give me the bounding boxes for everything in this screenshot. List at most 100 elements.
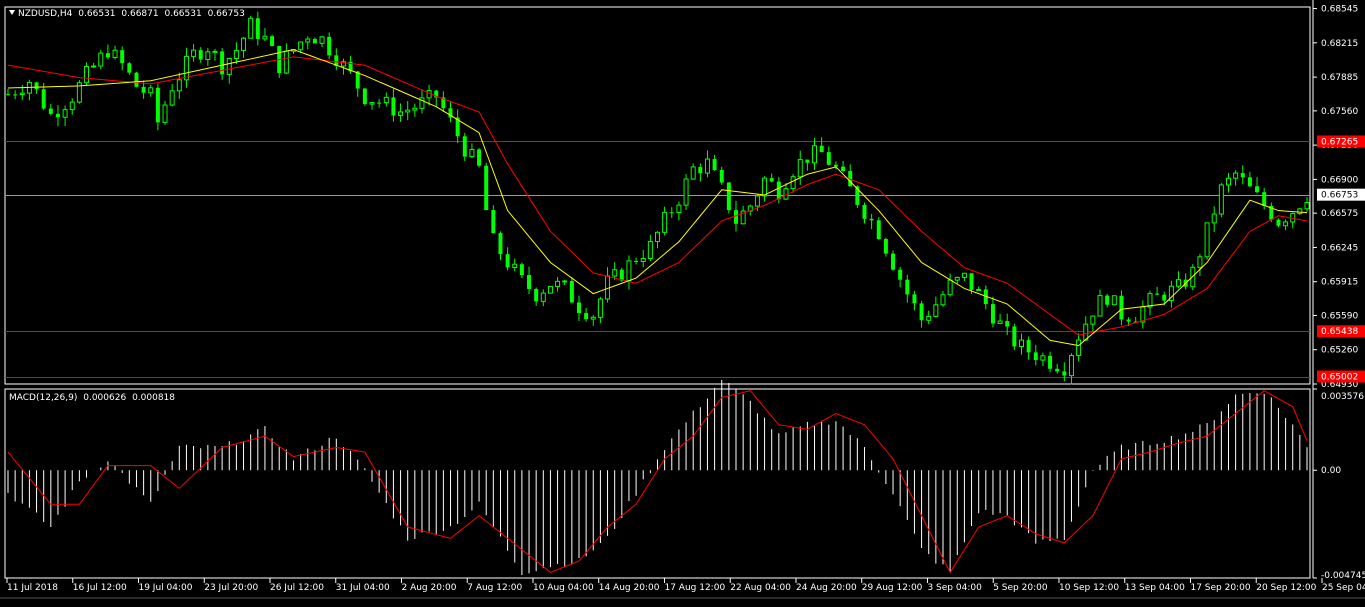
candle-body-bear [898,269,903,280]
candle-body-bear [776,181,781,200]
candle-body-bull [412,107,418,111]
candle-body-bull [162,104,168,123]
candle-body-bear [362,88,367,105]
time-tick-label: 10 Aug 04:00 [533,583,594,593]
candle-body-bear [576,302,581,314]
candle-body-bull [84,65,90,84]
candle-body-bull [1233,172,1239,179]
high-value: 0.66871 [121,9,159,19]
candle-body-bear [391,97,396,116]
time-tick-label: 25 Sep 04:00 [1322,583,1365,593]
time-tick-label: 16 Jul 12:00 [73,583,127,593]
candle-body-bear [634,260,639,262]
macd-chart-frame [4,388,1311,579]
candle-body-bear [120,50,125,64]
chart-window[interactable]: 0.685450.682150.678850.675600.672300.669… [0,0,1365,603]
candle-body-bull [1211,213,1217,224]
candle-body-bear [841,166,846,172]
candle-body-bull [405,109,411,113]
candle-body-bull [940,294,946,306]
candle-body-bear [719,170,724,183]
candle-body-bull [205,51,211,61]
candle-body-bear [1062,371,1067,376]
candle-body-bull [690,166,696,180]
candle-body-bull [562,280,568,283]
candle-body-bull [954,276,960,281]
candle-body-bull [555,280,561,287]
time-tick-label: 11 Jul 2018 [7,583,58,593]
candle-body-bull [283,50,289,74]
candle-body-bear [1005,321,1010,327]
price-label-text: 0.66753 [1321,191,1358,201]
candle-body-bear [669,212,674,214]
macd-label: MACD(12,26,9) [9,393,78,403]
candle-body-bear [127,63,132,73]
time-tick-label: 14 Aug 20:00 [599,583,660,593]
candle-body-bear [505,254,510,268]
candle-body-bull [226,57,232,75]
candle-body-bear [270,36,275,46]
dropdown-triangle-icon[interactable] [9,10,15,15]
candle-body-bull [762,177,768,197]
candle-body-bear [105,53,110,58]
low-value: 0.66531 [164,9,202,19]
candle-body-bull [640,257,646,262]
symbol-header: NZDUSD,H4 0.66531 0.66871 0.66531 0.6675… [9,9,248,19]
price-tick-label: 0.65915 [1321,278,1358,288]
candle-body-bear [862,204,867,219]
time-tick-label: 7 Aug 12:00 [467,583,522,593]
candle-body-bull [1040,355,1046,361]
candle-body-bull [1304,202,1310,210]
candle-body-bear [198,50,203,60]
price-tick-label: 0.67885 [1321,73,1358,83]
candle-body-bull [612,269,618,277]
chart-canvas[interactable]: 0.685450.682150.678850.675600.672300.669… [0,0,1365,603]
candle-body-bull [1197,256,1203,268]
candle-body-bear [969,273,974,290]
price-tick-label: 0.66900 [1321,175,1358,185]
candle-body-bear [155,87,160,123]
candle-body-bear [1048,355,1053,369]
candle-body-bear [1119,295,1124,320]
candle-body-bull [112,49,118,58]
candle-body-bull [947,279,953,296]
candle-body-bull [1225,177,1231,186]
candle-body-bear [13,94,18,96]
candle-body-bear [891,253,896,270]
candle-body-bull [62,109,68,118]
candle-body-bear [377,102,382,104]
candle-body-bear [1262,192,1267,206]
candle-body-bull [148,87,154,94]
ma-slow-line [7,56,1308,336]
candle-body-bull [183,55,189,81]
candle-body-bear [462,136,467,157]
candle-body-bull [212,50,218,53]
candle-body-bull [1147,293,1153,308]
candle-body-bull [91,65,97,68]
candle-body-bull [655,231,660,242]
candle-body-bull [1297,208,1303,215]
candle-body-bull [754,195,760,207]
price-tick-label: 0.65260 [1321,346,1358,356]
candle-body-bear [1276,219,1281,226]
candle-body-bull [961,272,967,278]
candle-body-bull [1068,354,1074,377]
candle-body-bull [540,292,546,302]
candle-body-bull [319,36,325,44]
candle-body-bull [191,49,197,57]
candle-body-bear [312,39,317,44]
candle-body-bull [1218,184,1224,215]
candle-body-bear [1255,186,1260,193]
macd-signal-value: 0.000818 [132,393,176,403]
candle-body-bull [383,96,389,104]
candle-body-bull [233,49,239,59]
candle-body-bear [919,303,924,321]
candle-body-bear [1033,352,1038,361]
candle-body-bull [369,102,375,105]
candle-body-bull [662,211,668,233]
time-tick-label: 19 Jul 04:00 [138,583,192,593]
candle-body-bear [883,239,888,254]
candle-body-bear [876,220,881,240]
candle-body-bull [1283,221,1289,227]
price-tick-label: 0.68545 [1321,5,1358,15]
